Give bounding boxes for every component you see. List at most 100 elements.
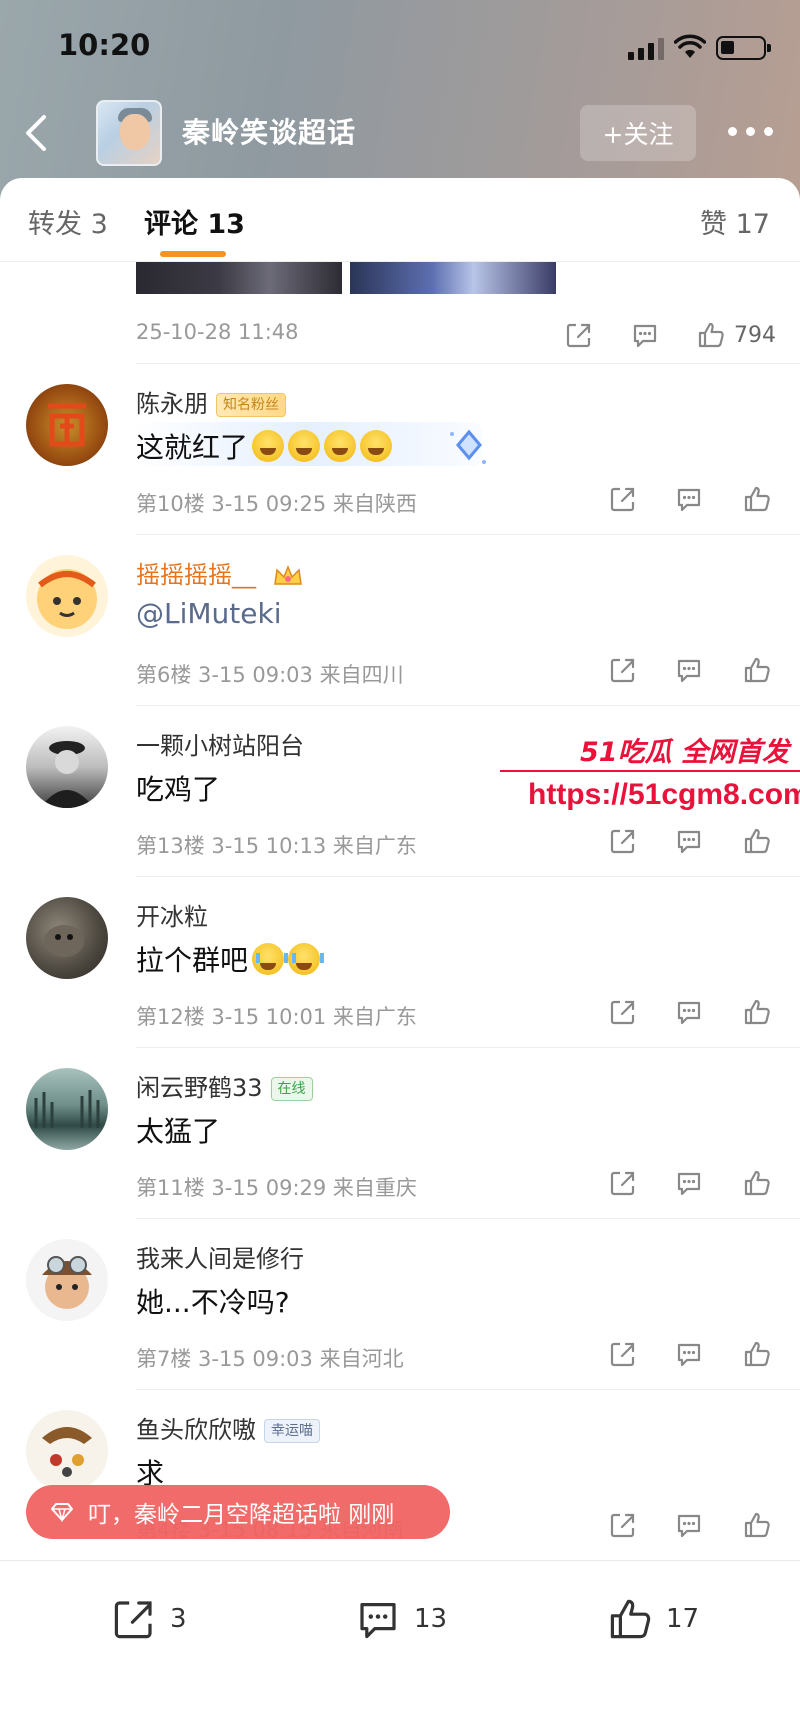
tab-like[interactable]: 赞 17: [700, 202, 770, 241]
comment-item: 陈永朋 知名粉丝 这就红了 第10楼 3-15 09:25 来自陕西: [0, 364, 800, 535]
comment-icon[interactable]: [674, 1510, 704, 1540]
repost-icon: [114, 1601, 152, 1639]
share-icon[interactable]: [608, 997, 638, 1027]
avatar[interactable]: [26, 384, 108, 466]
topic-name[interactable]: 秦岭笑谈超话: [182, 111, 356, 151]
comment-author-name[interactable]: 我来人间是修行: [136, 1245, 304, 1273]
comment-actions: [606, 826, 776, 860]
post-actions: 794: [564, 318, 776, 352]
like-icon[interactable]: [742, 826, 772, 856]
comment-author-name[interactable]: 开冰粒: [136, 903, 208, 931]
more-options-icon[interactable]: [728, 125, 774, 137]
comment-meta: 第7楼 3-15 09:03 来自河北: [136, 1347, 404, 1371]
avatar[interactable]: [26, 897, 108, 979]
comment-author[interactable]: 一颗小树站阳台: [136, 726, 304, 761]
comment-actions: [606, 655, 776, 689]
comment-icon[interactable]: [674, 655, 704, 685]
comment-author-name[interactable]: 闲云野鹤33: [136, 1074, 263, 1102]
follow-button[interactable]: +关注: [580, 105, 696, 161]
lucky-cat-badge[interactable]: 幸运喵: [264, 1419, 320, 1443]
comment-meta: 第11楼 3-15 09:29 来自重庆: [136, 1176, 417, 1200]
like-icon[interactable]: [742, 1510, 772, 1540]
like-icon[interactable]: [742, 484, 772, 514]
notification-toast[interactable]: 叮，秦岭二月空降超话啦 刚刚: [26, 1485, 450, 1539]
topic-avatar[interactable]: [96, 100, 162, 166]
share-icon[interactable]: [564, 320, 594, 350]
active-tab-indicator: [160, 251, 226, 257]
comment-icon[interactable]: [674, 826, 704, 856]
comment-author-name[interactable]: 鱼头欣欣嗷: [136, 1416, 256, 1444]
like-icon[interactable]: [742, 997, 772, 1027]
share-icon[interactable]: [608, 826, 638, 856]
share-icon[interactable]: [608, 1168, 638, 1198]
comment-author[interactable]: 闲云野鹤33 在线: [136, 1068, 313, 1103]
comment-author-name[interactable]: 一颗小树站阳台: [136, 732, 304, 760]
comment-actions: [606, 1510, 776, 1544]
avatar[interactable]: [26, 726, 108, 808]
like-icon[interactable]: [696, 320, 726, 350]
back-arrow-icon[interactable]: [20, 113, 56, 153]
comment-meta: 第10楼 3-15 09:25 来自陕西: [136, 492, 417, 516]
comment-author[interactable]: 陈永朋 知名粉丝: [136, 384, 286, 419]
comment-text: 吃鸡了: [136, 773, 221, 806]
like-icon[interactable]: [742, 655, 772, 685]
crying-emoji-icon: [288, 943, 325, 975]
previous-post-meta: 25-10-28 11:48 794: [136, 318, 776, 352]
nav-bar: 秦岭笑谈超话 +关注: [0, 95, 800, 175]
like-count: 17: [666, 1604, 700, 1634]
avatar[interactable]: [26, 555, 108, 637]
tab-comment[interactable]: 评论 13: [144, 202, 245, 241]
cellular-signal-icon: [628, 38, 664, 60]
watermark-url: https://51cgm8.com: [528, 778, 800, 811]
comment-actions: [606, 484, 776, 518]
like-icon[interactable]: [742, 1339, 772, 1369]
repost-button[interactable]: 3: [110, 1591, 187, 1647]
comment-icon[interactable]: [674, 1168, 704, 1198]
comment-text: 她...不冷吗?: [136, 1286, 290, 1319]
comment-text[interactable]: @LiMuteki: [136, 597, 281, 630]
comment-meta: 第13楼 3-15 10:13 来自广东: [136, 834, 417, 858]
share-icon[interactable]: [608, 484, 638, 514]
fan-badge[interactable]: 知名粉丝: [216, 393, 286, 417]
diamond-icon: [51, 1503, 73, 1522]
comment-text: 这就红了: [136, 426, 393, 466]
post-image[interactable]: [350, 262, 556, 294]
comment-actions: [606, 1168, 776, 1202]
share-icon[interactable]: [608, 655, 638, 685]
post-like-count: 794: [734, 322, 776, 348]
comment-author[interactable]: 摇摇摇摇__: [136, 555, 304, 590]
comment-author-name[interactable]: 陈永朋: [136, 390, 208, 418]
watermark-title: 51吃瓜 全网首发: [580, 737, 789, 768]
comment-author[interactable]: 开冰粒: [136, 897, 208, 932]
tab-bar: 转发 3 评论 13 赞 17: [0, 178, 800, 262]
comment-icon[interactable]: [674, 997, 704, 1027]
like-button[interactable]: 17: [606, 1591, 699, 1647]
laughing-emoji-icon: [288, 430, 321, 462]
share-icon[interactable]: [608, 1510, 638, 1540]
comment-author[interactable]: 我来人间是修行: [136, 1239, 304, 1274]
comment-item: 我来人间是修行 她...不冷吗? 第7楼 3-15 09:03 来自河北: [0, 1219, 800, 1390]
share-icon[interactable]: [608, 1339, 638, 1369]
post-image[interactable]: [136, 262, 342, 294]
avatar[interactable]: [26, 1068, 108, 1150]
comment-button[interactable]: 13: [354, 1591, 447, 1647]
avatar[interactable]: [26, 1239, 108, 1321]
comment-meta: 第6楼 3-15 09:03 来自四川: [136, 663, 404, 687]
like-icon[interactable]: [742, 1168, 772, 1198]
comment-item: 开冰粒 拉个群吧 第12楼 3-15 10:01 来自广东: [0, 877, 800, 1048]
comment-actions: [606, 1339, 776, 1373]
comment-author[interactable]: 鱼头欣欣嗷 幸运喵: [136, 1410, 320, 1445]
comment-icon: [360, 1603, 396, 1639]
tab-repost[interactable]: 转发 3: [28, 202, 108, 241]
comment-icon[interactable]: [674, 484, 704, 514]
comment-count: 13: [414, 1604, 448, 1634]
comment-icon[interactable]: [674, 1339, 704, 1369]
comment-meta: 第12楼 3-15 10:01 来自广东: [136, 1005, 417, 1029]
online-badge: 在线: [270, 1077, 313, 1101]
comment-icon[interactable]: [630, 320, 660, 350]
watermark: 51吃瓜 全网首发 https://51cgm8.com: [500, 730, 800, 830]
toast-text: 叮，秦岭二月空降超话啦 刚刚: [88, 1502, 395, 1528]
avatar[interactable]: [26, 1410, 108, 1492]
comment-author-name[interactable]: 摇摇摇摇__: [136, 561, 256, 589]
bottom-action-bar: 3 13 17: [0, 1560, 800, 1731]
